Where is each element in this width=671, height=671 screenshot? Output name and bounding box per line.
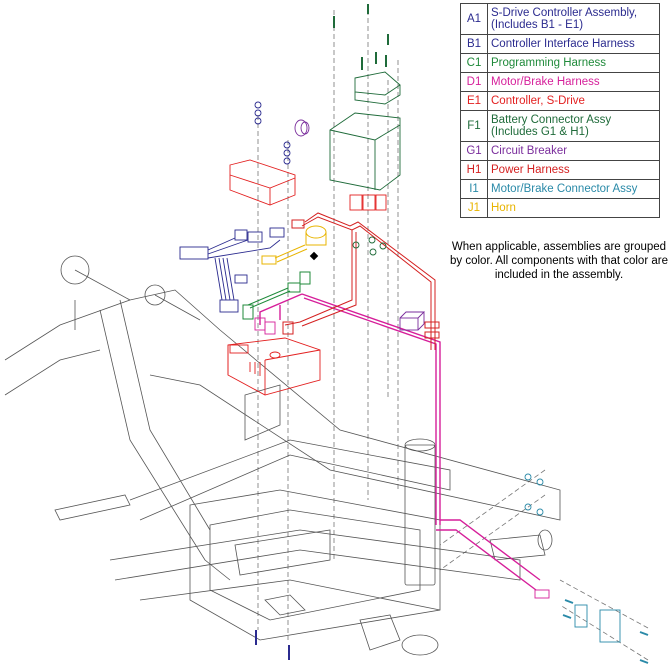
top-screws bbox=[333, 4, 389, 70]
legend-row: H1 Power Harness bbox=[460, 160, 660, 180]
legend-label: Motor/Brake Harness bbox=[487, 72, 660, 92]
legend-code: B1 bbox=[460, 34, 488, 54]
legend-row: J1 Horn bbox=[460, 198, 660, 218]
legend-code: H1 bbox=[460, 160, 488, 180]
controller-interface-harness bbox=[179, 227, 285, 313]
base-frame bbox=[4, 255, 561, 656]
parts-legend: A1 S-Drive Controller Assembly, (Includes… bbox=[460, 3, 660, 218]
legend-label: Power Harness bbox=[487, 160, 660, 180]
legend-label: Motor/Brake Connector Assy bbox=[487, 179, 660, 199]
legend-code: I1 bbox=[460, 179, 488, 199]
legend-row: I1 Motor/Brake Connector Assy bbox=[460, 179, 660, 199]
legend-row: D1 Motor/Brake Harness bbox=[460, 72, 660, 92]
legend-label: S-Drive Controller Assembly, (Includes B… bbox=[487, 3, 660, 35]
motor-brake-harness bbox=[254, 293, 550, 599]
legend-label: Circuit Breaker bbox=[487, 141, 660, 161]
legend-row: E1 Controller, S-Drive bbox=[460, 91, 660, 111]
legend-label: Controller Interface Harness bbox=[487, 34, 660, 54]
legend-row: B1 Controller Interface Harness bbox=[460, 34, 660, 54]
nut-stacks bbox=[254, 101, 291, 165]
legend-code: C1 bbox=[460, 53, 488, 73]
legend-code: F1 bbox=[460, 110, 488, 142]
legend-code: J1 bbox=[460, 198, 488, 218]
black-connector bbox=[309, 251, 319, 261]
bottom-bolts bbox=[255, 630, 290, 660]
legend-row: F1 Battery Connector Assy (Includes G1 & … bbox=[460, 110, 660, 142]
legend-row: C1 Programming Harness bbox=[460, 53, 660, 73]
motor-brake-connector-assy bbox=[524, 473, 649, 664]
legend-code: E1 bbox=[460, 91, 488, 111]
legend-row: A1 S-Drive Controller Assembly, (Includes… bbox=[460, 3, 660, 35]
legend-label: Battery Connector Assy (Includes G1 & H1… bbox=[487, 110, 660, 142]
legend-label: Programming Harness bbox=[487, 53, 660, 73]
controller-cover bbox=[229, 159, 296, 206]
horn bbox=[261, 225, 327, 265]
legend-label: Controller, S-Drive bbox=[487, 91, 660, 111]
color-grouping-note: When applicable, assemblies are grouped … bbox=[450, 241, 668, 281]
legend-code: D1 bbox=[460, 72, 488, 92]
legend-label: Horn bbox=[487, 198, 660, 218]
legend-code: G1 bbox=[460, 141, 488, 161]
legend-code: A1 bbox=[460, 3, 488, 35]
legend-row: G1 Circuit Breaker bbox=[460, 141, 660, 161]
